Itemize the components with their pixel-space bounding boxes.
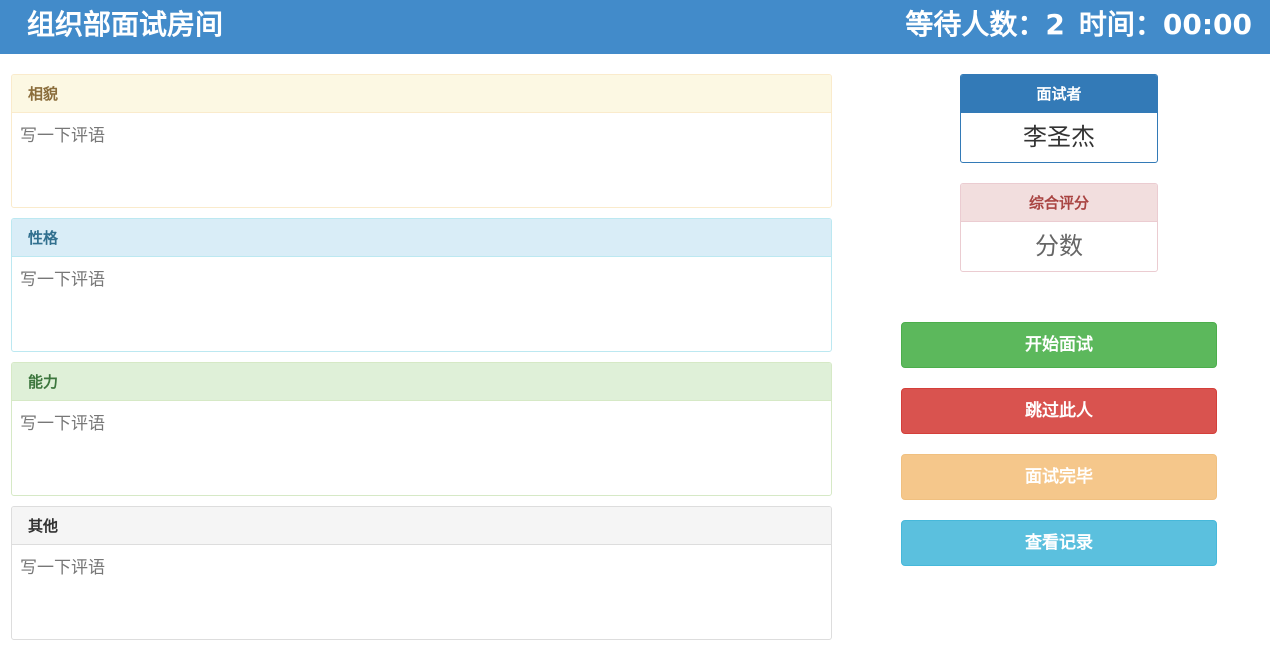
time-value: 00:00	[1162, 8, 1252, 41]
page-title: 组织部面试房间	[27, 8, 224, 41]
time-label: 时间：	[1078, 8, 1163, 41]
interviewee-label: 面试者	[961, 75, 1157, 113]
panel-personality: 性格	[11, 218, 832, 352]
top-bar: 组织部面试房间 等待人数：2 时间：00:00	[0, 0, 1270, 54]
panel-personality-title: 性格	[12, 219, 831, 257]
interviewee-name: 李圣杰	[1023, 123, 1095, 151]
personality-comment-input[interactable]	[12, 257, 831, 351]
other-comment-input[interactable]	[12, 545, 831, 639]
waiting-count: 2	[1045, 8, 1065, 41]
panel-appearance-title: 相貌	[12, 75, 831, 113]
panel-ability-title: 能力	[12, 363, 831, 401]
panel-appearance: 相貌	[11, 74, 832, 208]
score-card: 综合评分 分数	[960, 183, 1158, 272]
panel-ability: 能力	[11, 362, 832, 496]
appearance-comment-input[interactable]	[12, 113, 831, 207]
header-status: 等待人数：2 时间：00:00	[905, 8, 1252, 42]
view-records-button[interactable]: 查看记录	[901, 520, 1217, 566]
score-label: 综合评分	[961, 184, 1157, 222]
panel-other: 其他	[11, 506, 832, 640]
waiting-label: 等待人数：	[905, 8, 1046, 41]
panel-other-title: 其他	[12, 507, 831, 545]
finish-interview-button[interactable]: 面试完毕	[901, 454, 1217, 500]
start-interview-button[interactable]: 开始面试	[901, 322, 1217, 368]
score-value[interactable]: 分数	[961, 222, 1157, 270]
ability-comment-input[interactable]	[12, 401, 831, 495]
skip-person-button[interactable]: 跳过此人	[901, 388, 1217, 434]
interviewee-card: 面试者 李圣杰	[960, 74, 1158, 163]
